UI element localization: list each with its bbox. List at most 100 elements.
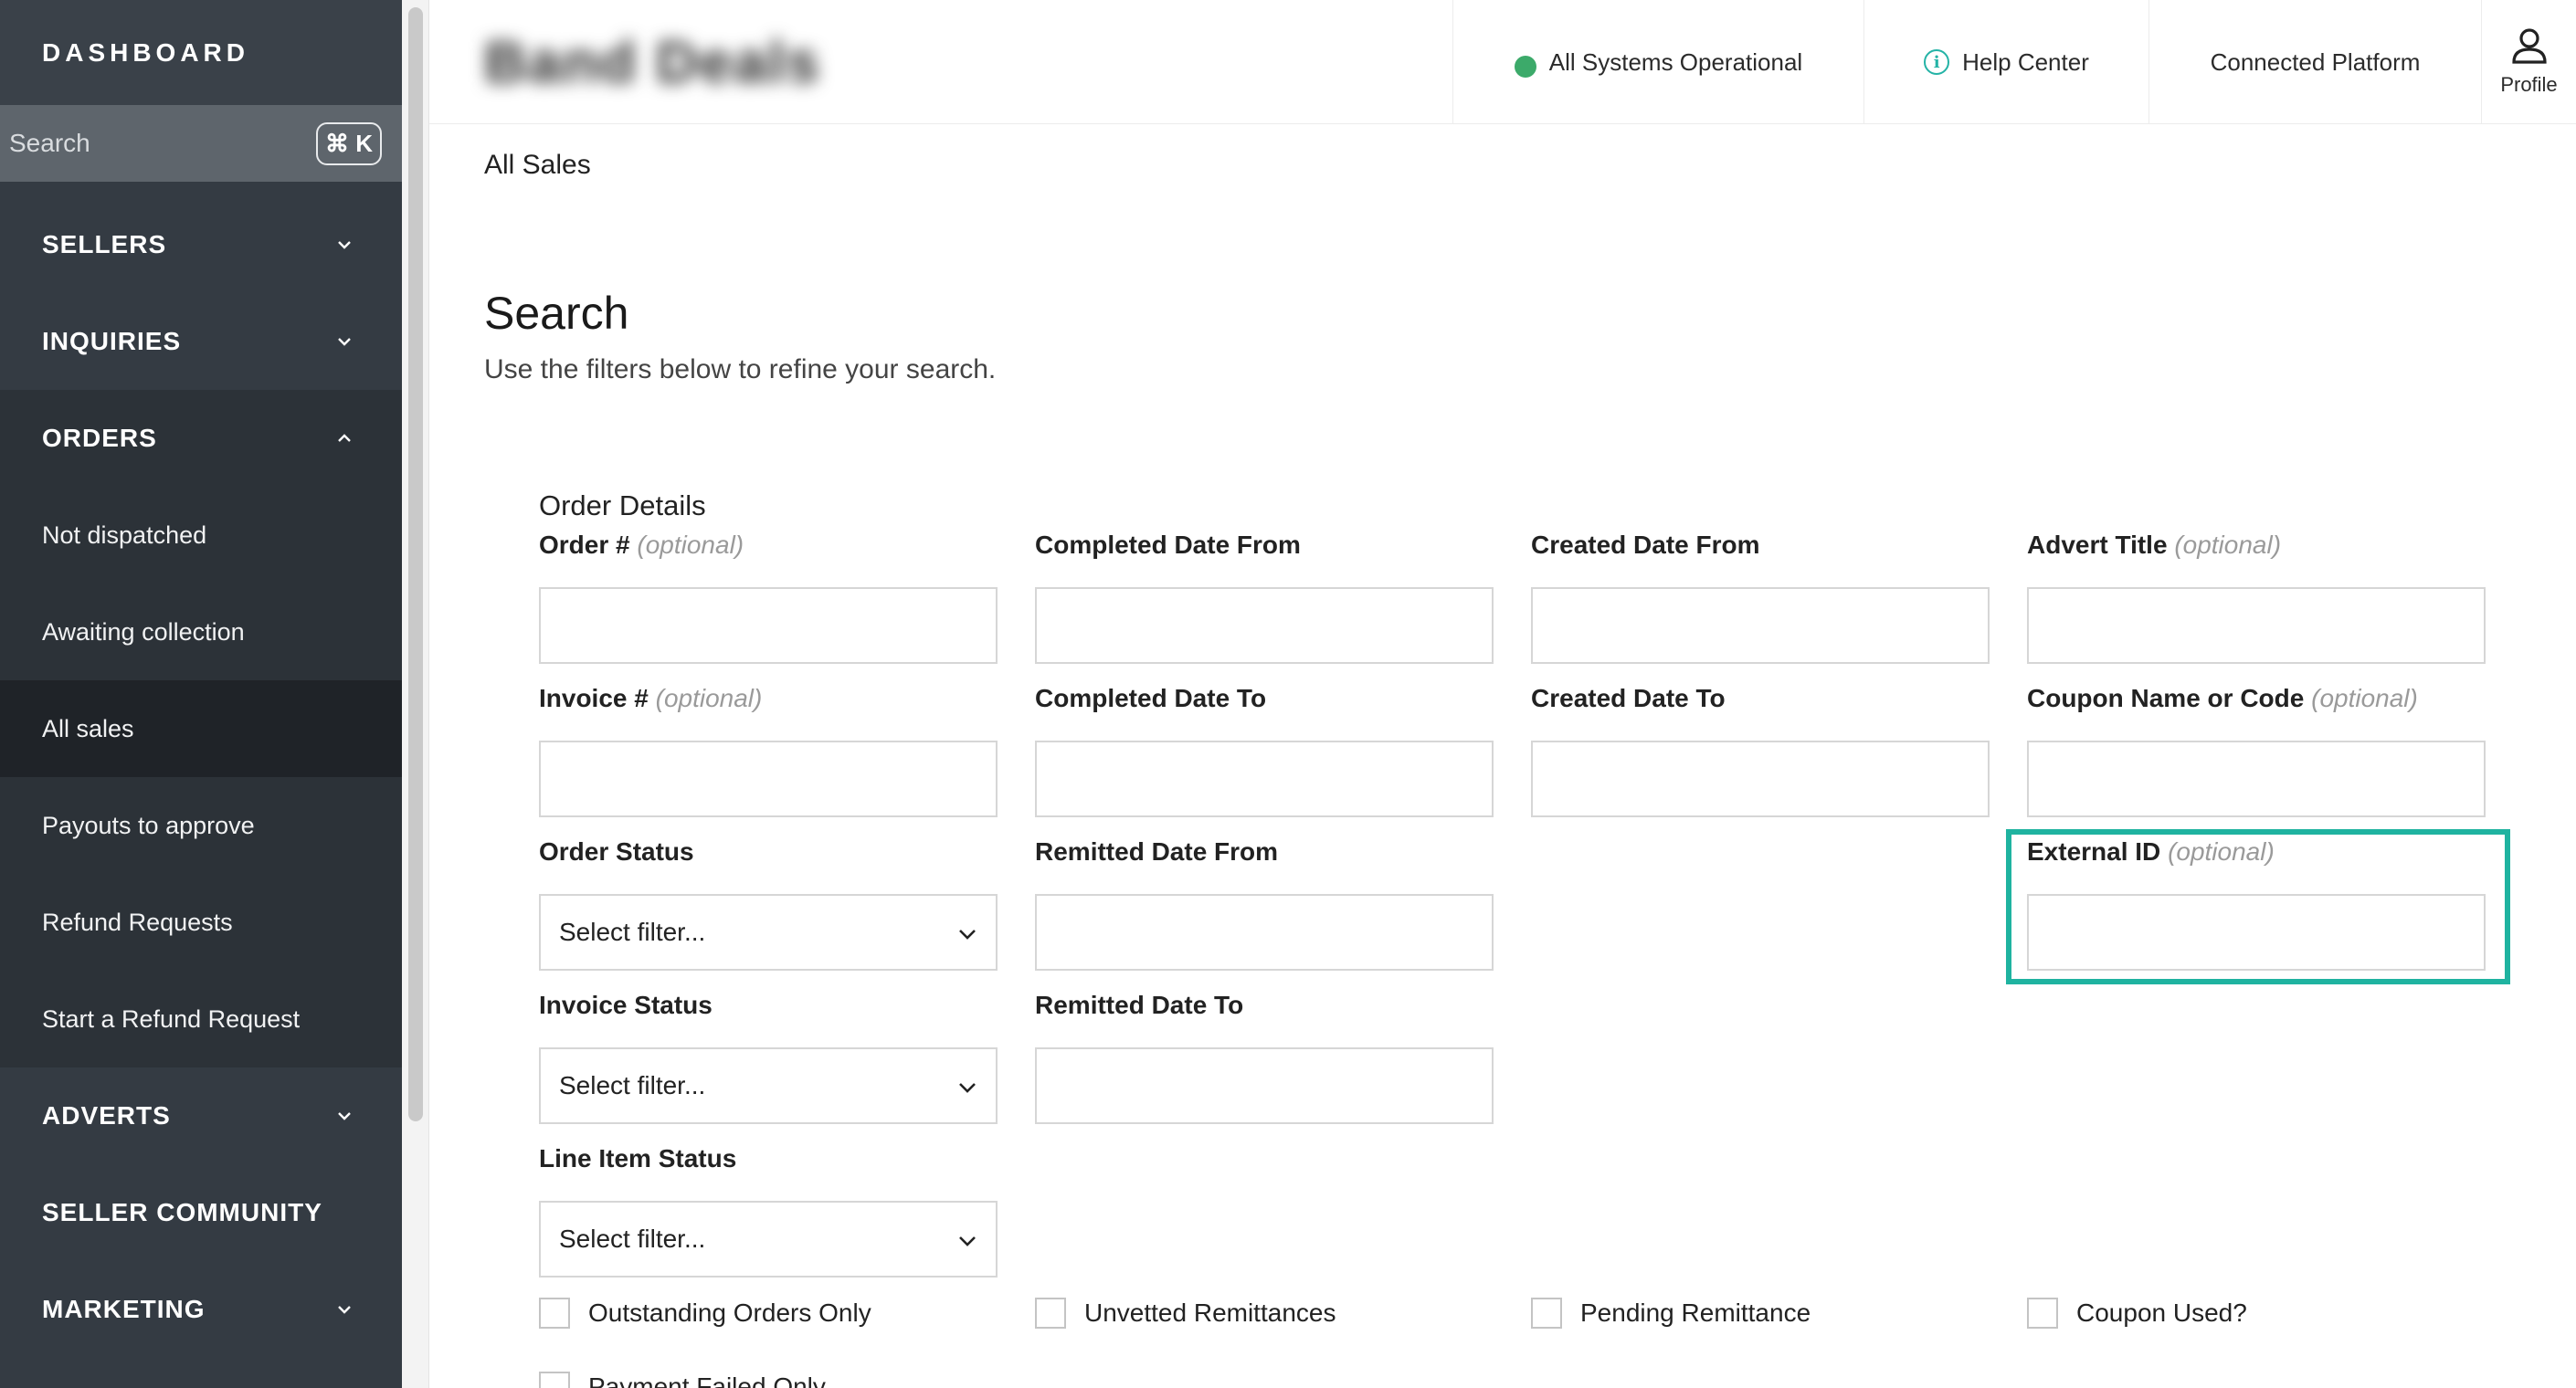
remitted-date-from-input[interactable] bbox=[1035, 894, 1494, 971]
field-label: Created Date From bbox=[1531, 531, 1760, 559]
chevron-down-icon bbox=[957, 918, 977, 947]
select-value: Select filter... bbox=[559, 918, 706, 946]
sidebar: DASHBOARD ⌘ K SELLERS INQUIRIES ORDERS N… bbox=[0, 0, 402, 1388]
field-label: Advert Title (optional) bbox=[2027, 531, 2486, 560]
info-icon: i bbox=[1924, 49, 1950, 75]
advert-title-input[interactable] bbox=[2027, 587, 2486, 664]
sidebar-section-marketing[interactable]: MARKETING bbox=[0, 1261, 402, 1358]
scrollbar-thumb[interactable] bbox=[408, 7, 423, 1121]
sidebar-search: ⌘ K bbox=[0, 105, 402, 182]
sidebar-scrollbar[interactable] bbox=[402, 0, 429, 1388]
remitted-date-to-input[interactable] bbox=[1035, 1047, 1494, 1124]
select-value: Select filter... bbox=[559, 1225, 706, 1253]
sidebar-item-start-refund-request[interactable]: Start a Refund Request bbox=[0, 971, 402, 1067]
sidebar-section-orders[interactable]: ORDERS bbox=[0, 390, 402, 487]
help-center-link[interactable]: i Help Center bbox=[1863, 0, 2148, 124]
completed-date-from-input[interactable] bbox=[1035, 587, 1494, 664]
field-remitted-date-to: Remitted Date To bbox=[1035, 991, 1494, 1124]
checkbox-label: Coupon Used? bbox=[2076, 1299, 2247, 1327]
help-center-label: Help Center bbox=[1962, 47, 2089, 76]
checkbox-pending-remittance[interactable]: Pending Remittance bbox=[1531, 1298, 1811, 1329]
completed-date-to-input[interactable] bbox=[1035, 741, 1494, 817]
field-label: Invoice Status bbox=[539, 991, 713, 1019]
checkbox-box[interactable] bbox=[539, 1372, 570, 1388]
brand-name: Band Deals bbox=[484, 29, 821, 95]
sidebar-title: DASHBOARD bbox=[0, 0, 402, 105]
chevron-down-icon bbox=[957, 1225, 977, 1254]
field-label: Line Item Status bbox=[539, 1144, 737, 1172]
label-text: External ID bbox=[2027, 837, 2161, 866]
checkbox-box[interactable] bbox=[2027, 1298, 2058, 1329]
sidebar-section-inquiries[interactable]: INQUIRIES bbox=[0, 293, 402, 390]
page-title: Search bbox=[484, 288, 629, 339]
checkbox-unvetted-remittances[interactable]: Unvetted Remittances bbox=[1035, 1298, 1336, 1329]
sidebar-section-adverts[interactable]: ADVERTS bbox=[0, 1067, 402, 1164]
connected-platform-link[interactable]: Connected Platform bbox=[2148, 0, 2481, 124]
chevron-down-icon bbox=[334, 1106, 354, 1126]
profile-label: Profile bbox=[2500, 73, 2558, 96]
checkbox-box[interactable] bbox=[539, 1298, 570, 1329]
sidebar-section-sellers[interactable]: SELLERS bbox=[0, 196, 402, 293]
system-status-label: All Systems Operational bbox=[1548, 47, 1803, 76]
sidebar-search-input[interactable] bbox=[9, 129, 283, 158]
checkbox-outstanding-orders[interactable]: Outstanding Orders Only bbox=[539, 1298, 871, 1329]
coupon-name-input[interactable] bbox=[2027, 741, 2486, 817]
brand-logo[interactable]: Band Deals bbox=[429, 0, 1452, 124]
search-shortcut-badge: ⌘ K bbox=[316, 121, 382, 165]
field-order-number: Order # (optional) bbox=[539, 531, 998, 664]
field-completed-date-from: Completed Date From bbox=[1035, 531, 1494, 664]
sidebar-section-seller-community[interactable]: SELLER COMMUNITY bbox=[0, 1164, 402, 1261]
breadcrumb: All Sales bbox=[484, 150, 591, 180]
sidebar-section-label: ORDERS bbox=[42, 424, 157, 452]
field-label: Order Status bbox=[539, 837, 694, 866]
chevron-down-icon bbox=[334, 1299, 354, 1320]
field-remitted-date-from: Remitted Date From bbox=[1035, 837, 1494, 971]
sidebar-section-label: MARKETING bbox=[42, 1295, 206, 1323]
checkbox-box[interactable] bbox=[1035, 1298, 1066, 1329]
order-status-select[interactable]: Select filter... bbox=[539, 894, 998, 971]
sidebar-item-all-sales[interactable]: All sales bbox=[0, 680, 402, 777]
field-label: External ID (optional) bbox=[2027, 837, 2486, 867]
sidebar-item-refund-requests[interactable]: Refund Requests bbox=[0, 874, 402, 971]
field-completed-date-to: Completed Date To bbox=[1035, 684, 1494, 817]
label-text: Invoice # bbox=[539, 684, 649, 712]
field-external-id: External ID (optional) bbox=[2027, 837, 2486, 971]
invoice-number-input[interactable] bbox=[539, 741, 998, 817]
system-status-link[interactable]: All Systems Operational bbox=[1452, 0, 1863, 124]
chevron-down-icon bbox=[334, 235, 354, 255]
chevron-down-icon bbox=[957, 1071, 977, 1100]
created-date-to-input[interactable] bbox=[1531, 741, 1990, 817]
external-id-input[interactable] bbox=[2027, 894, 2486, 971]
field-line-item-status: Line Item Status Select filter... bbox=[539, 1144, 998, 1278]
checkbox-label: Payment Failed Only bbox=[588, 1372, 826, 1388]
created-date-from-input[interactable] bbox=[1531, 587, 1990, 664]
checkbox-payment-failed[interactable]: Payment Failed Only bbox=[539, 1372, 826, 1388]
field-label: Created Date To bbox=[1531, 684, 1726, 712]
status-dot-icon bbox=[1514, 56, 1536, 78]
field-invoice-status: Invoice Status Select filter... bbox=[539, 991, 998, 1124]
sidebar-section-label: SELLER COMMUNITY bbox=[42, 1198, 322, 1226]
sidebar-item-awaiting-collection[interactable]: Awaiting collection bbox=[0, 584, 402, 680]
field-label: Remitted Date From bbox=[1035, 837, 1279, 866]
line-item-status-select[interactable]: Select filter... bbox=[539, 1201, 998, 1278]
connected-platform-label: Connected Platform bbox=[2210, 47, 2421, 76]
optional-hint: (optional) bbox=[2311, 684, 2418, 712]
checkbox-coupon-used[interactable]: Coupon Used? bbox=[2027, 1298, 2247, 1329]
checkbox-box[interactable] bbox=[1531, 1298, 1562, 1329]
user-icon bbox=[2510, 27, 2549, 69]
order-number-input[interactable] bbox=[539, 587, 998, 664]
field-created-date-from: Created Date From bbox=[1531, 531, 1990, 664]
optional-hint: (optional) bbox=[655, 684, 763, 712]
sidebar-item-payouts-to-approve[interactable]: Payouts to approve bbox=[0, 777, 402, 874]
field-label: Invoice # (optional) bbox=[539, 684, 998, 713]
select-value: Select filter... bbox=[559, 1071, 706, 1099]
checkbox-label: Pending Remittance bbox=[1580, 1299, 1811, 1327]
optional-hint: (optional) bbox=[2168, 837, 2275, 866]
field-order-status: Order Status Select filter... bbox=[539, 837, 998, 971]
section-label-order-details: Order Details bbox=[539, 489, 706, 521]
label-text: Order # bbox=[539, 531, 630, 559]
sidebar-section-label: ADVERTS bbox=[42, 1101, 171, 1130]
profile-button[interactable]: Profile bbox=[2481, 0, 2576, 124]
invoice-status-select[interactable]: Select filter... bbox=[539, 1047, 998, 1124]
sidebar-item-not-dispatched[interactable]: Not dispatched bbox=[0, 487, 402, 584]
